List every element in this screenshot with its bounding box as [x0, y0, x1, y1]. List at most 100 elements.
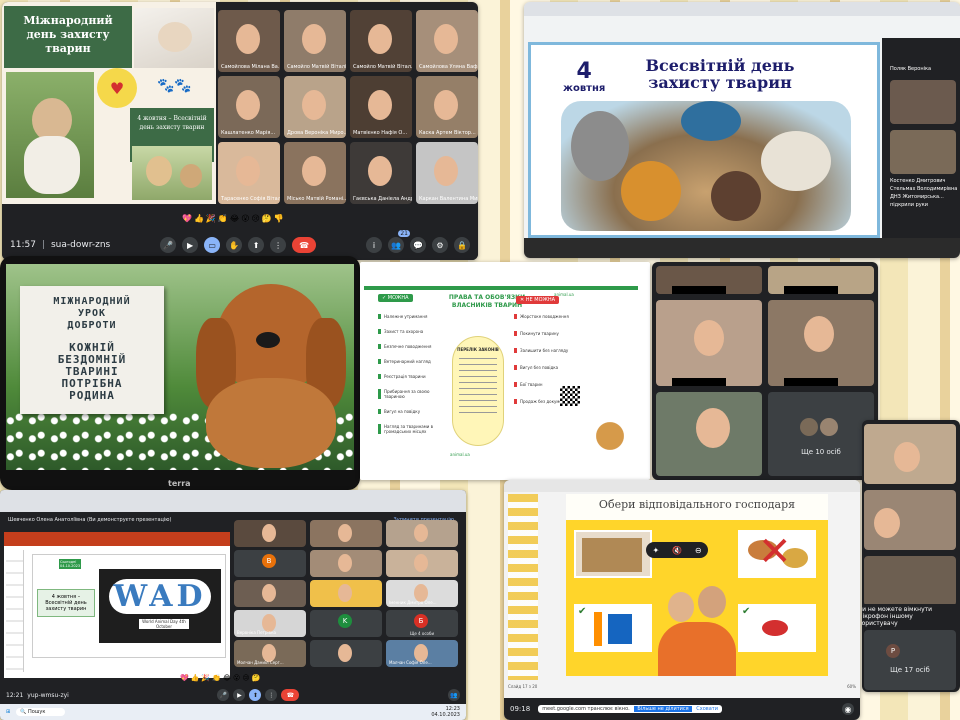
meet-time: 11:57 [10, 240, 36, 250]
rule-item: Жорстоке поводження [514, 314, 584, 319]
taskbar-search[interactable]: 🔍 Пошук [16, 708, 66, 716]
rule-item: Ветеринарний нагляд [378, 359, 448, 364]
end-call-button[interactable]: ☎ [292, 237, 317, 253]
participant-grid: Самойлова Мілана Ва... Самойло Матвій Віт… [218, 10, 478, 206]
participant-face [236, 156, 260, 186]
yellow-panel: ✕ ✔ ✔ ✦ 🔇 ⊖ [566, 520, 828, 676]
heart-icon: ♥ [97, 68, 137, 108]
more-options-icon[interactable]: ⋮ [265, 689, 278, 701]
hide-button[interactable]: Сховати [696, 706, 718, 712]
boy-and-man-photo [658, 582, 736, 676]
present-icon[interactable]: ⬆ [249, 689, 262, 701]
more-label: Ще 17 осіб [890, 666, 930, 674]
participant-face [236, 90, 260, 120]
side-name-0: Поляк Вероніка [890, 66, 932, 72]
raise-hand-icon[interactable]: ✋ [226, 237, 243, 253]
people-icon[interactable]: 👥 [448, 689, 460, 701]
participant-face [302, 24, 326, 54]
reactions-bar[interactable]: 💖👍🎉👏😂😮😢🤔 [180, 674, 262, 682]
participant-name: Малчан Софія Оле... [389, 660, 432, 665]
wad-sub: World Animal Day 4th October [139, 619, 189, 629]
browser-tabs [524, 2, 960, 16]
camera-icon[interactable]: ▶ [182, 237, 199, 253]
footer-right: animal.ua [554, 292, 574, 297]
video-tile: Вероніка Петрівна [234, 610, 306, 637]
rule-item: Залишити без нагляду [514, 348, 584, 353]
side-name-1: Костенко Дмитрович [890, 178, 946, 184]
rule-item: Вигул без повідка [514, 365, 584, 370]
remove-icon[interactable]: ⊖ [695, 546, 702, 555]
laptop-slide: МІЖНАРОДНИЙ УРОК ДОБРОТИ КОЖНІЙ БЕЗДОМНІ… [0, 256, 360, 490]
lock-icon[interactable]: 🔒 [454, 237, 470, 253]
meet-time: 12:21 [6, 691, 24, 699]
note-title: МІЖНАРОДНИЙ УРОК ДОБРОТИ [53, 296, 131, 331]
stop-sharing-button[interactable]: Більше не ділитися [634, 706, 692, 712]
camera-icon[interactable]: ▶ [233, 689, 246, 701]
meet-window-7: Обери відповідального господаря ✕ ✔ ✔ ✦ … [504, 480, 860, 720]
windows-start-icon[interactable]: ⊞ [6, 709, 10, 715]
taskbar [524, 238, 960, 258]
activities-icon[interactable]: ⚙ [432, 237, 448, 253]
law-circle: ПЕРЕЛІК ЗАКОНІВ [452, 336, 504, 446]
footer-left: animal.ua [450, 452, 470, 457]
chromebook-shelf: 09:18 meet.google.com транслює вікно. Бі… [504, 698, 860, 720]
meet-window-5: Ще 10 осіб [652, 262, 878, 480]
more-participants-tile[interactable]: Ще 10 осіб [768, 392, 874, 476]
participant-face [414, 524, 428, 542]
participant-face [434, 90, 458, 120]
participant-name: Самойлова Мілана Ва... [221, 64, 280, 70]
participant-name: Каска Артем Віктор... [419, 130, 476, 136]
more-participants-tile[interactable]: P Ще 17 осіб [864, 630, 956, 690]
video-tile: Малчан Софія Оле... [386, 640, 458, 667]
video-tile [864, 556, 956, 606]
end-call-button[interactable]: ☎ [281, 689, 300, 701]
participant-name: Гаєвська Даніела Андрі... [353, 196, 412, 202]
mic-icon[interactable]: 🎤 [160, 237, 177, 253]
paw-prints-icon: 🐾🐾 [157, 78, 192, 94]
present-icon[interactable]: ⬆ [248, 237, 265, 253]
reactions-bar[interactable]: 💖👍🎉👏😂😮😢🤔👎 [182, 214, 286, 223]
presenting-title: Шевченко Олена Анатоліївна (Ви демонстру… [8, 517, 172, 523]
video-tile [768, 300, 874, 386]
leash-photo: ✔ [738, 604, 816, 652]
puppy-photo [6, 72, 94, 198]
chrome-icon[interactable]: ◉ [842, 703, 854, 715]
people-icon[interactable]: 👥 21 [388, 230, 410, 253]
video-tile [890, 80, 956, 124]
video-tile: Молчан Даниїл Серг... [234, 640, 306, 667]
info-icon[interactable]: i [366, 237, 382, 253]
captions-icon[interactable]: ▭ [204, 237, 221, 253]
participant-name: Дрова Вероніка Миро... [287, 130, 346, 136]
check-icon: ✔ [578, 606, 587, 617]
pet-house-photo [574, 530, 652, 578]
pin-icon[interactable]: ✦ [652, 546, 659, 555]
slide-caption: 4 жовтня – Всесвітній день захисту твари… [37, 589, 95, 617]
rule-item: Захист та охорона [378, 329, 448, 334]
ppt-thumbnails [6, 550, 24, 672]
mic-off-icon[interactable]: 🔇 [672, 546, 682, 555]
qr-code [560, 386, 580, 406]
slide-title: Обери відповідального господаря [598, 498, 796, 511]
avatar [820, 418, 838, 436]
more-options-icon[interactable]: ⋮ [270, 237, 287, 253]
participant-face [368, 156, 392, 186]
participant-face [302, 90, 326, 120]
video-tile [890, 130, 956, 174]
avatar: B [262, 554, 276, 568]
participant-name: Місько Матвій Романі... [287, 196, 346, 202]
ppt-ribbon [4, 532, 230, 546]
mic-icon[interactable]: 🎤 [217, 689, 230, 701]
rule-item: Реєстрація тварини [378, 374, 448, 379]
powerpoint-window: Сьогодні 04.10.2023 4 жовтня – Всесвітні… [4, 532, 230, 678]
chat-icon[interactable]: 💬 [410, 237, 426, 253]
video-tile: Каркан Валентина Мико... [416, 142, 478, 204]
law-title: ПЕРЕЛІК ЗАКОНІВ [457, 347, 499, 352]
video-tile: Іменник Дмитро Оле... [386, 580, 458, 607]
meet-window-1: Міжнародний день захисту тварин ♥ 🐾🐾 4 ж… [2, 2, 478, 260]
pet-care-photo: ✔ [574, 604, 652, 652]
video-tile [768, 266, 874, 294]
mute-toolbar: ✦ 🔇 ⊖ [646, 542, 708, 558]
video-tile [234, 520, 306, 547]
slide-title: Всесвітній день захисту тварин [645, 56, 795, 92]
wad-logo: WAD World Animal Day 4th October [99, 569, 221, 643]
